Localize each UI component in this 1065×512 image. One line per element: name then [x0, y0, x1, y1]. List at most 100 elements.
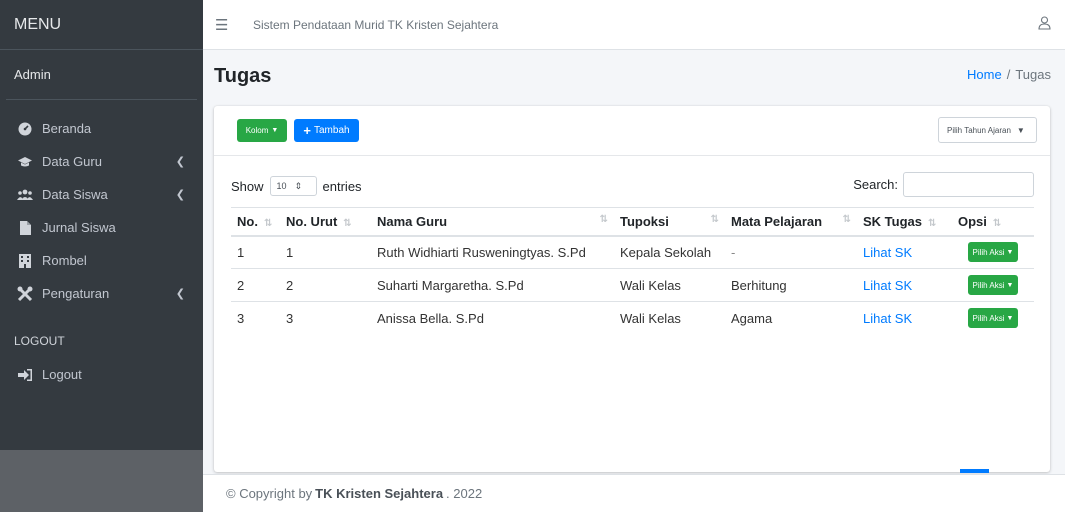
- cell-opsi: Pilih Aksi ▼: [952, 302, 1034, 335]
- kolom-label: Kolom: [245, 126, 269, 135]
- sidebar-section-header: LOGOUT: [14, 334, 65, 348]
- pagination-active-page[interactable]: [960, 469, 989, 473]
- sort-icon: ⇅: [343, 217, 352, 229]
- plus-icon: +: [303, 123, 311, 138]
- footer: © Copyright by TK Kristen Sejahtera . 20…: [203, 474, 1065, 512]
- pilih-aksi-label: Pilih Aksi: [972, 280, 1005, 290]
- sidebar-item-logout[interactable]: Logout: [0, 358, 203, 391]
- cell-opsi: Pilih Aksi ▼: [952, 268, 1034, 302]
- file-icon: [14, 220, 36, 235]
- cell-mata-pelajaran: -: [725, 235, 857, 269]
- entries-value: 10: [276, 181, 287, 191]
- sidebar-item-jurnal-siswa[interactable]: Jurnal Siswa: [0, 211, 203, 244]
- column-header-label: Mata Pelajaran: [731, 213, 823, 229]
- caret-down-icon: ▼: [1006, 248, 1014, 256]
- breadcrumb-separator: /: [1006, 67, 1011, 82]
- column-header-label: No. Urut: [286, 213, 338, 229]
- sidebar-top: MENU Admin Beranda Data Guru ❮ Data Sisw…: [0, 0, 203, 450]
- sidebar-item-label: Data Guru: [42, 154, 102, 169]
- content-header: Tugas Home / Tugas: [203, 50, 1065, 106]
- kolom-dropdown-button[interactable]: Kolom ▼: [237, 119, 287, 142]
- pilih-aksi-button[interactable]: Pilih Aksi ▼: [967, 242, 1019, 263]
- sign-in-icon: [14, 368, 36, 381]
- tahun-ajaran-select[interactable]: Pilih Tahun Ajaran ▼: [938, 117, 1037, 143]
- cell-tupoksi: Wali Kelas: [614, 268, 725, 302]
- search-input[interactable]: [903, 172, 1034, 197]
- sort-icon: ⇅: [599, 213, 608, 225]
- breadcrumb: Home / Tugas: [967, 67, 1051, 82]
- table-row: 2 2 Suharti Margaretha. S.Pd Wali Kelas …: [231, 268, 1034, 302]
- sidebar-item-label: Pengaturan: [42, 286, 110, 301]
- column-header-no-urut[interactable]: No. Urut ⇅: [280, 207, 371, 237]
- sidebar-item-data-guru[interactable]: Data Guru ❮: [0, 145, 203, 178]
- cell-sk-tugas: Lihat SK: [857, 268, 952, 302]
- entries-label: entries: [322, 178, 362, 194]
- user-icon[interactable]: [1038, 16, 1051, 33]
- cell-mata-pelajaran: Agama: [731, 310, 773, 326]
- brand-text[interactable]: MENU: [0, 0, 203, 50]
- sort-icon: ⇅: [710, 213, 719, 225]
- hamburger-menu-icon[interactable]: ☰: [215, 16, 233, 34]
- dashboard-icon: [14, 122, 36, 136]
- search-label: Search:: [853, 177, 898, 192]
- cell-no: 3: [237, 310, 245, 326]
- tambah-button[interactable]: + Tambah: [294, 119, 359, 142]
- lihat-sk-link[interactable]: Lihat SK: [863, 245, 912, 260]
- table-header-row: No. ⇅ No. Urut ⇅ Nama Guru ⇅ Tupoksi ⇅ Mata …: [231, 207, 1034, 237]
- table-row: 1 1 Ruth Widhiarti Rusweningtyas. S.Pd K…: [231, 235, 1034, 269]
- caret-down-icon: ▼: [271, 127, 279, 134]
- sort-icon: ⇅: [992, 217, 1002, 229]
- breadcrumb-home-link[interactable]: Home: [967, 67, 1002, 82]
- chevron-left-icon: ❮: [175, 189, 185, 201]
- footer-prefix: © Copyright by: [226, 486, 313, 501]
- users-icon: [14, 189, 36, 201]
- column-header-label: Tupoksi: [620, 213, 669, 229]
- page-title: Tugas: [214, 65, 272, 87]
- user-name[interactable]: Admin: [6, 50, 197, 100]
- cell-sk-tugas: Lihat SK: [857, 302, 952, 335]
- show-label: Show: [231, 178, 264, 194]
- lihat-sk-link[interactable]: Lihat SK: [863, 278, 912, 293]
- sort-icon: ⇅: [263, 217, 273, 229]
- column-header-nama-guru[interactable]: Nama Guru ⇅: [371, 207, 614, 237]
- cell-mata-pelajaran: Berhitung: [725, 268, 857, 302]
- sidebar-item-data-siswa[interactable]: Data Siswa ❮: [0, 178, 203, 211]
- cell-no: 2: [231, 268, 280, 302]
- sort-icon: ⇅: [928, 217, 937, 229]
- column-header-mata-pelajaran[interactable]: Mata Pelajaran ⇅: [725, 207, 857, 237]
- sidebar-nav: Beranda Data Guru ❮ Data Siswa ❮ Jurnal …: [0, 100, 203, 391]
- column-header-label: Opsi: [958, 213, 987, 229]
- entries-select[interactable]: 10 ⇕: [269, 176, 317, 196]
- lihat-sk-link[interactable]: Lihat SK: [863, 311, 912, 326]
- chevron-left-icon: ❮: [175, 156, 185, 168]
- table-controls: Show 10 ⇕ entries Search:: [214, 172, 1050, 198]
- cell-no-urut: 2: [280, 268, 371, 302]
- column-header-tupoksi[interactable]: Tupoksi ⇅: [614, 207, 725, 237]
- tugas-table: No. ⇅ No. Urut ⇅ Nama Guru ⇅ Tupoksi ⇅ Mata …: [231, 207, 1034, 335]
- cell-no-urut: 1: [280, 235, 371, 269]
- sidebar-item-rombel[interactable]: Rombel: [0, 244, 203, 277]
- sidebar-item-label: Data Siswa: [42, 187, 108, 202]
- sidebar-item-beranda[interactable]: Beranda: [0, 112, 203, 145]
- pilih-aksi-button[interactable]: Pilih Aksi ▼: [967, 275, 1019, 295]
- cell-nama-guru: Ruth Widhiarti Rusweningtyas. S.Pd: [371, 235, 614, 269]
- cell-tupoksi: Wali Kelas: [620, 310, 681, 326]
- column-header-label: No.: [237, 213, 258, 229]
- sidebar-item-label: Beranda: [42, 121, 92, 136]
- cell-opsi: Pilih Aksi ▼: [952, 235, 1034, 269]
- column-header-no[interactable]: No. ⇅: [231, 207, 280, 237]
- cell-tupoksi: Kepala Sekolah: [614, 235, 725, 269]
- breadcrumb-current: Tugas: [1015, 67, 1051, 82]
- show-entries: Show 10 ⇕ entries: [231, 176, 362, 196]
- tahun-ajaran-label: Pilih Tahun Ajaran: [947, 125, 1011, 135]
- pilih-aksi-button[interactable]: Pilih Aksi ▼: [967, 308, 1019, 329]
- column-header-sk-tugas[interactable]: SK Tugas ⇅: [857, 207, 952, 237]
- top-navbar: ☰ Sistem Pendataan Murid TK Kristen Seja…: [203, 0, 1065, 50]
- card-header: Kolom ▼ + Tambah Pilih Tahun Ajaran ▼: [214, 106, 1050, 156]
- sidebar-item-pengaturan[interactable]: Pengaturan ❮: [0, 277, 203, 310]
- sidebar-item-label: Rombel: [42, 253, 87, 268]
- column-header-opsi[interactable]: Opsi ⇅: [952, 207, 1034, 237]
- cell-no: 1: [231, 235, 280, 269]
- pilih-aksi-label: Pilih Aksi: [972, 247, 1005, 257]
- cell-nama-guru: Suharti Margaretha. S.Pd: [371, 268, 614, 302]
